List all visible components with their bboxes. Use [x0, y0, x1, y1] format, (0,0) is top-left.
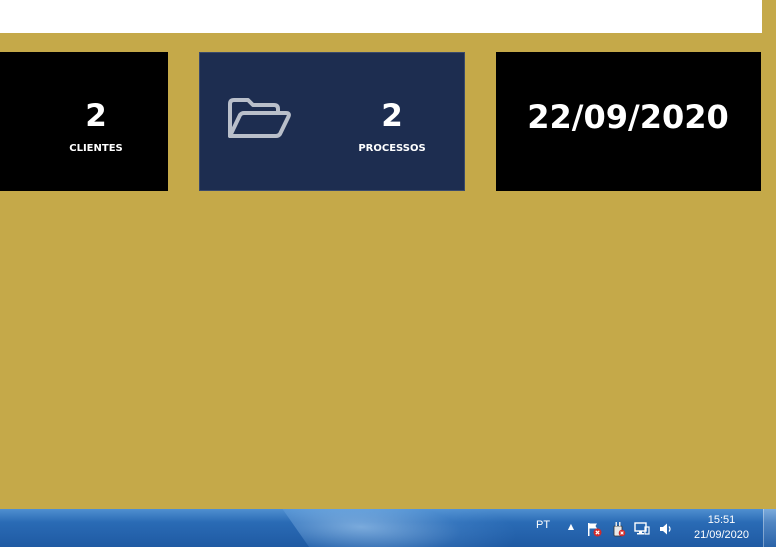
- date-card: 22/09/2020: [496, 52, 761, 191]
- processos-card[interactable]: 2 PROCESSOS: [199, 52, 465, 191]
- clientes-count: 2: [85, 98, 107, 134]
- system-tray: PT ▲ 15:51 21/09/2020: [524, 509, 776, 547]
- current-date: 22/09/2020: [527, 98, 729, 136]
- show-desktop-button[interactable]: [763, 509, 776, 547]
- folder-open-icon: [228, 98, 291, 138]
- taskbar-clock[interactable]: 15:51 21/09/2020: [684, 513, 759, 543]
- language-indicator[interactable]: PT: [536, 519, 550, 531]
- network-icon[interactable]: [634, 521, 650, 537]
- power-icon[interactable]: [610, 521, 626, 537]
- processos-label: PROCESSOS: [358, 143, 426, 154]
- top-bar: [0, 0, 762, 33]
- taskbar: PT ▲ 15:51 21/09/2020: [0, 509, 776, 547]
- clientes-card[interactable]: 2 CLIENTES: [0, 52, 168, 191]
- processos-count: 2: [381, 98, 403, 134]
- clock-time: 15:51: [707, 514, 736, 526]
- taskbar-glow: [275, 509, 545, 547]
- volume-icon[interactable]: [658, 521, 674, 537]
- show-hidden-icons-icon[interactable]: ▲: [566, 522, 576, 532]
- action-center-flag-icon[interactable]: [586, 521, 602, 537]
- clientes-label: CLIENTES: [69, 143, 123, 154]
- clock-date: 21/09/2020: [693, 529, 750, 541]
